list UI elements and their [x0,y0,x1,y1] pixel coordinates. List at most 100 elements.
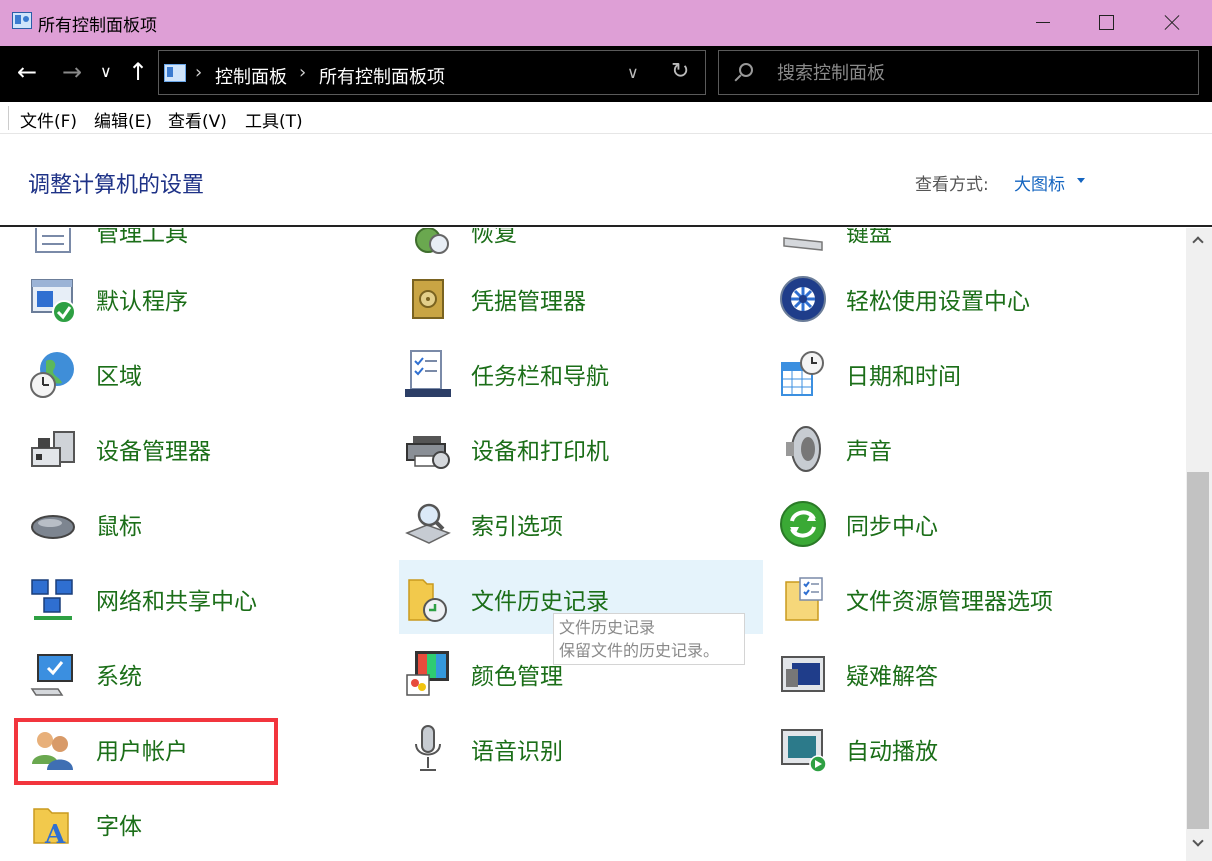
item-recovery[interactable]: 恢复 [375,228,750,262]
item-label: 文件资源管理器选项 [846,589,1053,615]
close-button[interactable] [1140,0,1200,46]
item-label: 管理工具 [96,228,188,247]
menu-edit[interactable]: 编辑(E) [94,107,152,132]
address-toolbar: ← → ∨ ↑ › 控制面板 › 所有控制面板项 ∨ ↻ [0,46,1212,102]
maximize-button[interactable] [1076,0,1136,46]
item-troubleshooting[interactable]: 疑难解答 [750,641,1125,705]
tooltip-title: 文件历史记录 [559,618,656,637]
item-mouse[interactable]: 鼠标 [0,491,375,555]
indexing-icon [405,503,451,544]
window-title: 所有控制面板项 [38,16,157,36]
sync-icon [780,501,826,547]
scroll-down-icon[interactable] [1192,835,1204,847]
address-bar[interactable]: › 控制面板 › 所有控制面板项 ∨ ↻ [158,50,706,95]
network-icon [31,579,73,620]
back-button[interactable]: ← [17,57,37,87]
item-region[interactable]: 区域 [0,341,375,405]
item-label: 字体 [96,814,142,840]
microphone-icon [415,725,441,771]
item-taskbar-navigation[interactable]: 任务栏和导航 [375,341,750,405]
svg-text:A: A [44,820,66,849]
item-device-manager[interactable]: 设备管理器 [0,416,375,480]
item-label: 轻松使用设置中心 [846,289,1030,315]
items-view: 管理工具 恢复 键盘 默认程序 区域 设备管理器 鼠标 网络和共享中心 系统 用… [0,228,1186,861]
scroll-up-icon[interactable] [1192,236,1204,248]
breadcrumb-all-items[interactable]: 所有控制面板项 [319,63,445,89]
device-manager-icon [31,431,75,467]
date-time-icon [781,351,824,396]
recent-locations-button[interactable]: ∨ [100,57,112,87]
item-label: 声音 [846,439,892,465]
item-explorer-options[interactable]: 文件资源管理器选项 [750,566,1125,630]
view-by-dropdown[interactable]: 大图标 [1014,170,1065,195]
item-label: 设备和打印机 [471,439,609,465]
item-fonts[interactable]: A 字体 [0,791,375,855]
item-ease-of-access[interactable]: 轻松使用设置中心 [750,266,1125,330]
item-label: 语音识别 [471,739,563,765]
content-header: 调整计算机的设置 查看方式: 大图标 [0,134,1212,227]
forward-button[interactable]: → [62,57,82,87]
autoplay-icon [781,729,827,773]
item-sync-center[interactable]: 同步中心 [750,491,1125,555]
item-indexing-options[interactable]: 索引选项 [375,491,750,555]
refresh-button[interactable]: ↻ [671,59,689,84]
breadcrumb-separator[interactable]: › [299,62,306,83]
item-autoplay[interactable]: 自动播放 [750,716,1125,780]
keyboard-icon [783,237,823,251]
caret-down-icon[interactable] [1077,178,1085,183]
item-label: 任务栏和导航 [471,364,609,390]
item-label: 区域 [96,364,142,390]
control-panel-icon [164,64,186,82]
item-admin-tools[interactable]: 管理工具 [0,228,375,262]
control-panel-icon [12,12,32,29]
item-date-time[interactable]: 日期和时间 [750,341,1125,405]
item-sound[interactable]: 声音 [750,416,1125,480]
menu-view[interactable]: 查看(V) [168,107,227,132]
speaker-icon [786,426,821,472]
item-default-programs[interactable]: 默认程序 [0,266,375,330]
item-credential-manager[interactable]: 凭据管理器 [375,266,750,330]
item-label: 同步中心 [846,514,938,540]
menu-grip [8,106,9,130]
item-speech-recognition[interactable]: 语音识别 [375,716,750,780]
search-box[interactable] [718,50,1199,95]
fonts-icon: A [33,808,69,849]
item-label: 文件历史记录 [471,589,609,615]
item-label: 设备管理器 [96,439,211,465]
item-keyboard[interactable]: 键盘 [750,228,1125,262]
item-label: 键盘 [846,228,892,247]
menu-tools[interactable]: 工具(T) [245,107,303,132]
chevron-down-icon[interactable]: ∨ [627,63,639,82]
admin-tools-icon [35,228,71,253]
scroll-thumb[interactable] [1187,472,1209,829]
up-button[interactable]: ↑ [128,57,148,87]
item-label: 网络和共享中心 [96,589,257,615]
system-icon [30,654,73,696]
item-network-sharing[interactable]: 网络和共享中心 [0,566,375,630]
search-icon [739,63,753,77]
default-programs-icon [31,279,76,324]
item-label: 默认程序 [96,289,188,315]
item-system[interactable]: 系统 [0,641,375,705]
item-devices-printers[interactable]: 设备和打印机 [375,416,750,480]
search-input[interactable] [777,59,1177,87]
troubleshooting-icon [781,656,825,692]
item-label: 系统 [96,664,142,690]
minimize-button[interactable] [1012,0,1072,46]
item-label: 索引选项 [471,514,563,540]
vertical-scrollbar[interactable] [1186,228,1212,861]
mouse-icon [31,515,75,539]
breadcrumb-separator[interactable]: › [195,62,202,83]
printer-icon [406,436,450,469]
folder-options-icon [785,577,823,621]
view-by-label: 查看方式: [915,175,989,195]
breadcrumb-control-panel[interactable]: 控制面板 [215,63,287,89]
tooltip-description: 保留文件的历史记录。 [559,641,720,660]
item-label: 日期和时间 [846,364,961,390]
menu-file[interactable]: 文件(F) [20,107,77,132]
item-label: 恢复 [471,228,517,247]
highlight-annotation [14,718,278,785]
item-label: 颜色管理 [471,664,563,690]
item-label: 凭据管理器 [471,289,586,315]
taskbar-icon [405,350,451,397]
